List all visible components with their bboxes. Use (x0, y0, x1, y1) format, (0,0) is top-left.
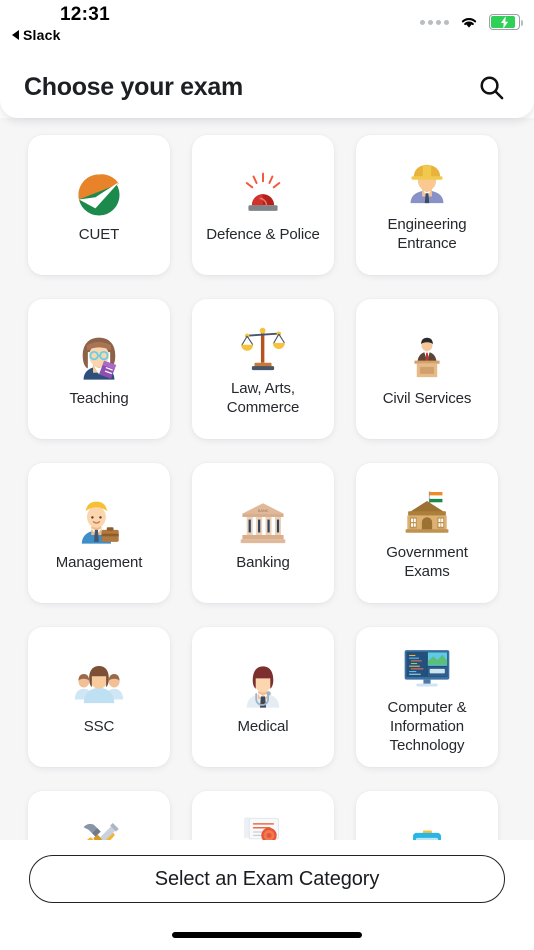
category-label: Computer & Information Technology (387, 698, 467, 754)
people-group-icon (71, 659, 127, 715)
category-card-teaching[interactable]: Teaching (28, 299, 170, 439)
signal-dots-icon (420, 19, 449, 25)
category-card-engineering-entrance[interactable]: Engineering Entrance (356, 135, 498, 275)
category-label: Government Exams (386, 544, 468, 580)
triangle-left-icon (12, 30, 19, 40)
bottom-bar: Select an Exam Category (0, 840, 534, 950)
businessman-briefcase-icon (71, 495, 127, 551)
svg-text:BANK: BANK (258, 508, 269, 512)
justice-scales-icon (235, 321, 291, 377)
train-front-icon (399, 823, 455, 840)
home-indicator-bar (172, 932, 362, 938)
category-card-banking[interactable]: BANK Banking (192, 463, 334, 603)
category-label: SSC (83, 717, 115, 735)
wifi-icon (458, 14, 480, 30)
doctor-stethoscope-icon (235, 659, 291, 715)
category-card-law-arts-commerce[interactable]: Law, Arts, Commerce (192, 299, 334, 439)
bank-building-icon: BANK (235, 495, 291, 551)
siren-light-icon (235, 167, 291, 223)
search-icon[interactable] (474, 70, 508, 104)
teacher-woman-icon (71, 331, 127, 387)
category-card-management[interactable]: Management (28, 463, 170, 603)
status-bar-right (420, 14, 524, 30)
category-label: Management (55, 553, 143, 571)
page-title: Choose your exam (24, 72, 243, 101)
category-card-railway[interactable]: Railway (356, 791, 498, 840)
category-grid: CUET Defence & Police Engineering Entran… (0, 118, 534, 840)
engineer-hardhat-icon (399, 157, 455, 213)
category-card-civil-services[interactable]: Civil Services (356, 299, 498, 439)
category-card-medical[interactable]: Medical (192, 627, 334, 767)
government-building-flag-icon (399, 485, 455, 541)
category-label: Civil Services (382, 389, 472, 407)
category-label: Medical (237, 717, 289, 735)
category-label: Law, Arts, Commerce (226, 380, 300, 416)
category-label: CUET (78, 225, 120, 243)
category-label: Banking (236, 553, 290, 571)
category-label: Teaching (69, 389, 129, 407)
category-label: Engineering Entrance (387, 216, 467, 252)
category-card-computer-it[interactable]: Computer & Information Technology (356, 627, 498, 767)
speaker-podium-icon (399, 331, 455, 387)
desktop-monitor-code-icon (399, 640, 455, 696)
cuet-logo-icon (71, 167, 127, 223)
back-app-label: Slack (23, 27, 61, 43)
category-card-ssc[interactable]: SSC (28, 627, 170, 767)
category-card-cuet[interactable]: CUET (28, 135, 170, 275)
category-card-government-exams[interactable]: Government Exams (356, 463, 498, 603)
back-to-slack-link[interactable]: Slack (10, 27, 160, 43)
category-scroll-area[interactable]: CUET Defence & Police Engineering Entran… (0, 118, 534, 840)
status-bar-left: 12:31 Slack (10, 4, 160, 43)
select-exam-category-button[interactable]: Select an Exam Category (29, 855, 505, 903)
app-header: Choose your exam (0, 56, 534, 118)
status-bar: 12:31 Slack (0, 0, 534, 56)
category-card-professional-certification[interactable]: Professional Certification Courses (192, 791, 334, 840)
battery-charging-icon (489, 14, 524, 30)
category-label: Defence & Police (206, 225, 320, 243)
hammer-screwdriver-icon (71, 813, 127, 840)
certificate-ribbon-icon (235, 804, 291, 840)
status-time: 12:31 (59, 4, 111, 25)
category-card-defence-police[interactable]: Defence & Police (192, 135, 334, 275)
category-card-graduate-engineering[interactable]: Graduate Engineering (28, 791, 170, 840)
